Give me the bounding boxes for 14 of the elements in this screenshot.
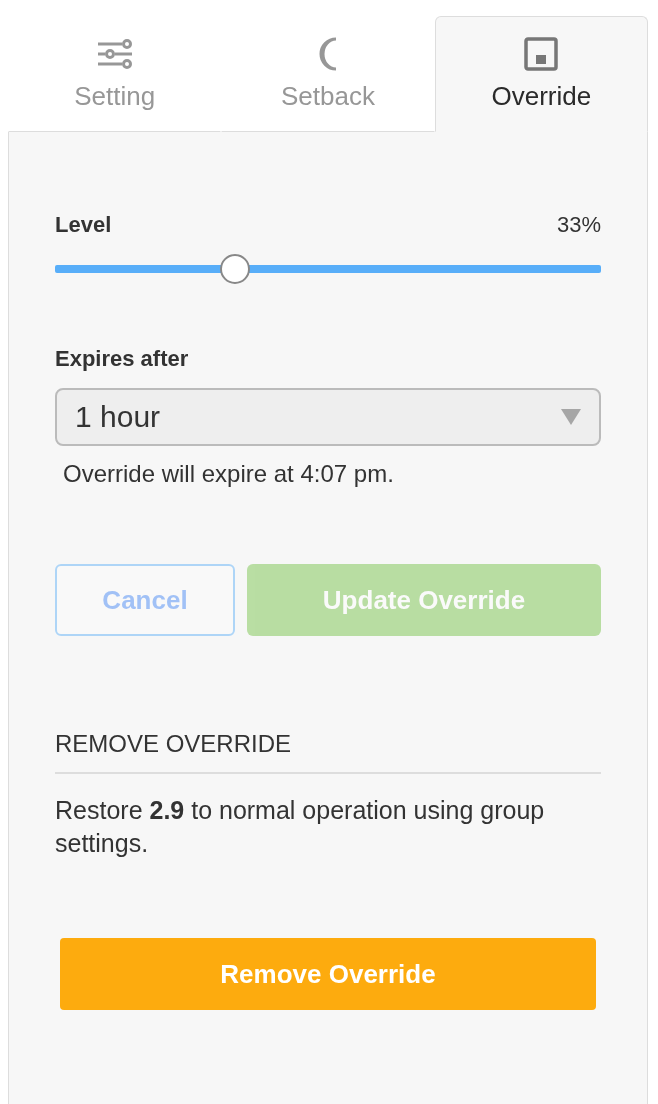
level-label: Level bbox=[55, 212, 112, 238]
level-slider[interactable] bbox=[55, 254, 601, 284]
slider-thumb[interactable] bbox=[220, 254, 251, 284]
restore-text: Restore 2.9 to normal operation using group settings. bbox=[55, 795, 546, 859]
level-reading: 33% bbox=[556, 212, 601, 238]
switch-icon bbox=[524, 37, 559, 71]
section-heading: REMOVE OVERRIDE bbox=[55, 730, 293, 758]
expiry-note: Override will expire at 4:07 pm. bbox=[63, 460, 395, 488]
remove-override-button[interactable]: Remove Override bbox=[60, 938, 596, 1010]
expires-label: Expires after bbox=[55, 346, 190, 372]
tab[interactable]: Override bbox=[434, 16, 648, 132]
sliders-icon bbox=[96, 37, 133, 71]
expires-dropdown[interactable]: 1 hour bbox=[55, 388, 601, 446]
caret-icon bbox=[561, 409, 581, 425]
